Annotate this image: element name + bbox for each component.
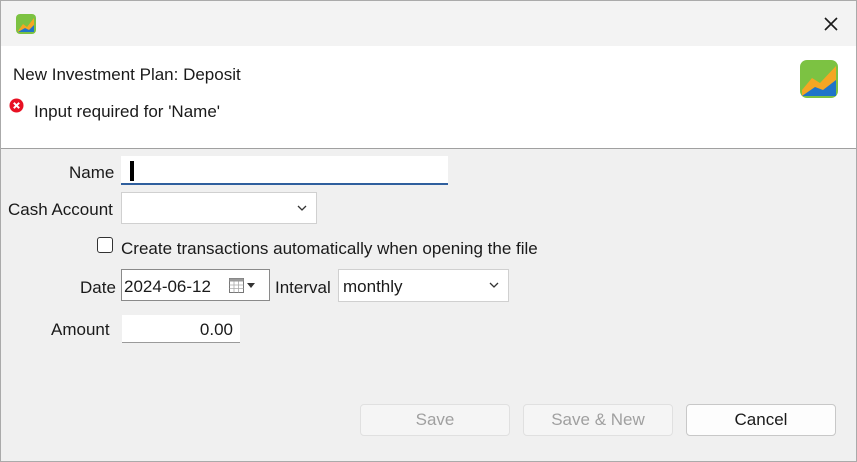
cancel-button[interactable]: Cancel	[686, 404, 836, 436]
interval-value: monthly	[343, 277, 403, 296]
calendar-icon[interactable]	[229, 277, 259, 295]
close-icon	[824, 17, 838, 31]
dialog-title: New Investment Plan: Deposit	[13, 65, 241, 84]
title-bar	[1, 1, 856, 46]
chevron-down-icon	[297, 205, 307, 211]
text-caret	[130, 161, 134, 181]
date-picker[interactable]: 2024-06-12	[121, 269, 270, 301]
amount-input[interactable]: 0.00	[122, 315, 240, 343]
auto-create-label[interactable]: Create transactions automatically when o…	[121, 239, 538, 259]
amount-label: Amount	[51, 320, 110, 339]
chevron-down-icon	[489, 282, 499, 288]
error-message: Input required for 'Name'	[34, 102, 221, 121]
auto-create-checkbox[interactable]	[97, 237, 113, 253]
cash-account-dropdown[interactable]	[121, 192, 317, 224]
name-input[interactable]	[121, 156, 448, 185]
app-icon	[16, 14, 36, 34]
interval-dropdown[interactable]: monthly	[338, 269, 509, 302]
name-label: Name	[69, 163, 115, 182]
amount-value: 0.00	[199, 320, 233, 339]
dialog-window: New Investment Plan: Deposit Input requi…	[0, 0, 857, 462]
cash-account-label: Cash Account	[8, 200, 113, 219]
portfolio-performance-icon	[800, 60, 838, 98]
close-button[interactable]	[814, 7, 848, 41]
date-label: Date	[80, 278, 116, 297]
save-new-button[interactable]: Save & New	[523, 404, 673, 436]
dialog-header: New Investment Plan: Deposit Input requi…	[1, 46, 856, 149]
save-button[interactable]: Save	[360, 404, 510, 436]
interval-label: Interval	[275, 278, 331, 297]
date-value: 2024-06-12	[124, 277, 211, 296]
error-icon	[9, 98, 24, 113]
